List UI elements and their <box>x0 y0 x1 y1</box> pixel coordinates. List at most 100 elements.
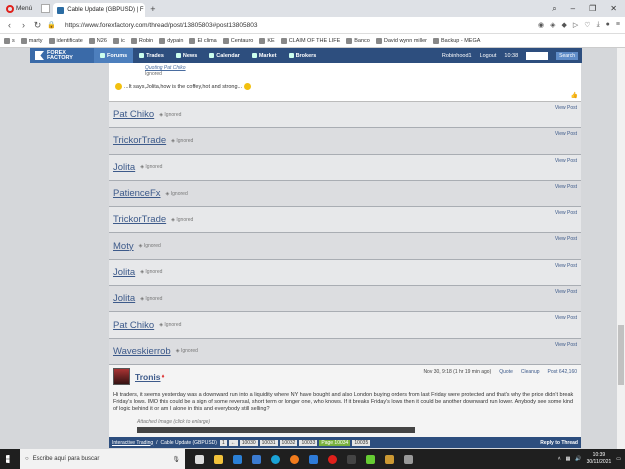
post-username[interactable]: Jolita <box>113 293 135 304</box>
user-link[interactable]: Robinhood1 <box>442 53 472 59</box>
minimize-button[interactable]: – <box>571 4 575 14</box>
task-view-icon[interactable] <box>195 454 204 464</box>
breadcrumb-forum[interactable]: Interactive Trading <box>112 440 153 446</box>
url-field[interactable]: https://www.forexfactory.com/thread/post… <box>65 22 257 29</box>
view-post-link[interactable]: View Post <box>555 210 577 216</box>
profile-icon[interactable]: ● <box>606 21 610 29</box>
network-icon[interactable]: ▦ <box>566 456 571 462</box>
bookmark-item[interactable]: marty <box>20 37 43 44</box>
bookmark-item[interactable]: El clima <box>189 37 217 44</box>
view-post-link[interactable]: View Post <box>555 184 577 190</box>
cleanup-button[interactable]: Cleanup <box>521 369 540 375</box>
edge-icon[interactable] <box>271 454 280 464</box>
avatar[interactable] <box>113 368 130 386</box>
close-window-button[interactable]: ✕ <box>610 4 617 14</box>
bookmark-item[interactable]: Centauro <box>222 37 253 44</box>
post-author[interactable]: Tronis <box>135 372 161 382</box>
view-post-link[interactable]: View Post <box>555 289 577 295</box>
volume-icon[interactable]: 🔊 <box>575 456 581 462</box>
page-link[interactable]: 10033 <box>299 439 318 446</box>
view-post-link[interactable]: View Post <box>555 263 577 269</box>
logout-link[interactable]: Logout <box>480 53 497 59</box>
forexfactory-logo[interactable]: FOREX FACTORY <box>30 48 94 63</box>
post-username[interactable]: Moty <box>113 241 134 252</box>
page-link[interactable]: 10031 <box>259 439 278 446</box>
view-post-link[interactable]: View Post <box>555 236 577 242</box>
quote-button[interactable]: Quote <box>499 369 513 375</box>
forum-nav-news[interactable]: News <box>170 48 203 63</box>
taskbar-search[interactable]: ○ Escribe aquí para buscar 🎙 <box>20 449 185 469</box>
reply-to-thread-button[interactable]: Reply to Thread <box>540 440 578 446</box>
browser-tab-active[interactable]: Cable Update (GBPUSD) | F × <box>53 3 146 17</box>
forum-search-button[interactable]: Search <box>556 51 578 60</box>
tool-app-icon[interactable] <box>385 454 394 464</box>
tray-chevron-icon[interactable]: ˄ <box>558 456 561 462</box>
photos-icon[interactable] <box>309 454 318 464</box>
mail-icon[interactable] <box>252 454 261 464</box>
notifications-icon[interactable]: ▭ <box>616 456 621 462</box>
microphone-icon[interactable]: 🎙 <box>172 456 180 463</box>
bookmark-item[interactable]: N26 <box>88 37 107 44</box>
view-post-link[interactable]: View Post <box>555 342 577 348</box>
breadcrumb-thread[interactable]: Cable Update (GBPUSD) <box>161 440 217 446</box>
page-link[interactable]: ← <box>228 439 238 446</box>
start-button[interactable] <box>0 449 20 469</box>
shield-icon[interactable]: ◆ <box>562 21 567 29</box>
clock[interactable]: 10:39 30/11/2021 <box>587 452 612 466</box>
view-post-link[interactable]: View Post <box>555 131 577 137</box>
post-username[interactable]: Pat Chiko <box>113 320 154 331</box>
page-scrollbar[interactable] <box>617 48 625 449</box>
page-link[interactable]: 10030 <box>239 439 258 446</box>
app-icon[interactable] <box>347 454 356 464</box>
bookmark-item[interactable]: dypain <box>159 37 183 44</box>
bookmark-item[interactable]: identificate <box>48 37 83 44</box>
firefox-icon[interactable] <box>290 454 299 464</box>
forum-nav-trades[interactable]: Trades <box>133 48 170 63</box>
post-username[interactable]: Jolita <box>113 267 135 278</box>
play-icon[interactable]: ▷ <box>573 21 578 29</box>
settings-icon[interactable]: ≡ <box>616 21 620 29</box>
post-username[interactable]: TrickorTrade <box>113 135 166 146</box>
post-username[interactable]: Waveskierrob <box>113 346 171 357</box>
new-tab-button[interactable]: + <box>150 4 155 14</box>
post-username[interactable]: Jolita <box>113 162 135 173</box>
store-icon[interactable] <box>233 454 242 464</box>
bookmark-item[interactable]: CLAIM OF THE LIFE <box>280 37 340 44</box>
forum-nav-forums[interactable]: Forums <box>94 48 134 63</box>
terminal-app-icon[interactable] <box>404 454 413 464</box>
reload-icon[interactable]: ↻ <box>33 20 42 31</box>
bookmark-item[interactable]: David wynn miller <box>375 37 427 44</box>
file-explorer-icon[interactable] <box>214 454 223 464</box>
bookmark-item[interactable]: KE <box>259 37 275 44</box>
attached-image-label[interactable]: Attached Image (click to enlarge) <box>137 419 577 425</box>
attached-image[interactable] <box>137 426 415 433</box>
restore-button[interactable]: ❐ <box>589 4 596 14</box>
bookmark-item[interactable]: s <box>4 37 15 44</box>
forum-search-input[interactable] <box>526 51 549 60</box>
post-number-link[interactable]: Post 642,160 <box>548 369 577 375</box>
forum-nav-calendar[interactable]: Calendar <box>203 48 246 63</box>
forward-icon[interactable]: › <box>19 20 28 30</box>
back-icon[interactable]: ‹ <box>5 20 14 30</box>
bookmark-item[interactable]: Banco <box>346 37 370 44</box>
tab-overview-icon[interactable] <box>41 4 51 13</box>
page-link[interactable]: 10035 <box>352 439 371 446</box>
page-link[interactable]: Page 10034 <box>319 439 351 446</box>
post-username[interactable]: PatienceFx <box>113 188 161 199</box>
view-post-link[interactable]: View Post <box>555 315 577 321</box>
opera-menu-button[interactable]: Menú <box>0 0 38 17</box>
bookmark-item[interactable]: Backup - MEGA <box>432 37 480 44</box>
chart-app-icon[interactable] <box>366 454 375 464</box>
forum-nav-brokers[interactable]: Brokers <box>283 48 323 63</box>
bookmark-item[interactable]: ic <box>112 37 125 44</box>
thumbs-up-icon[interactable]: 👍 <box>571 92 578 99</box>
search-tabs-icon[interactable]: ⌕ <box>552 4 556 14</box>
opera-icon[interactable] <box>328 454 337 464</box>
scrollbar-thumb[interactable] <box>618 325 624 385</box>
bookmark-item[interactable]: Robin <box>130 37 153 44</box>
page-link[interactable]: 10032 <box>279 439 298 446</box>
page-link[interactable]: 1 <box>219 439 227 446</box>
extension-icon[interactable]: ◈ <box>550 21 555 29</box>
forum-nav-market[interactable]: Market <box>246 48 283 63</box>
view-post-link[interactable]: View Post <box>555 158 577 164</box>
